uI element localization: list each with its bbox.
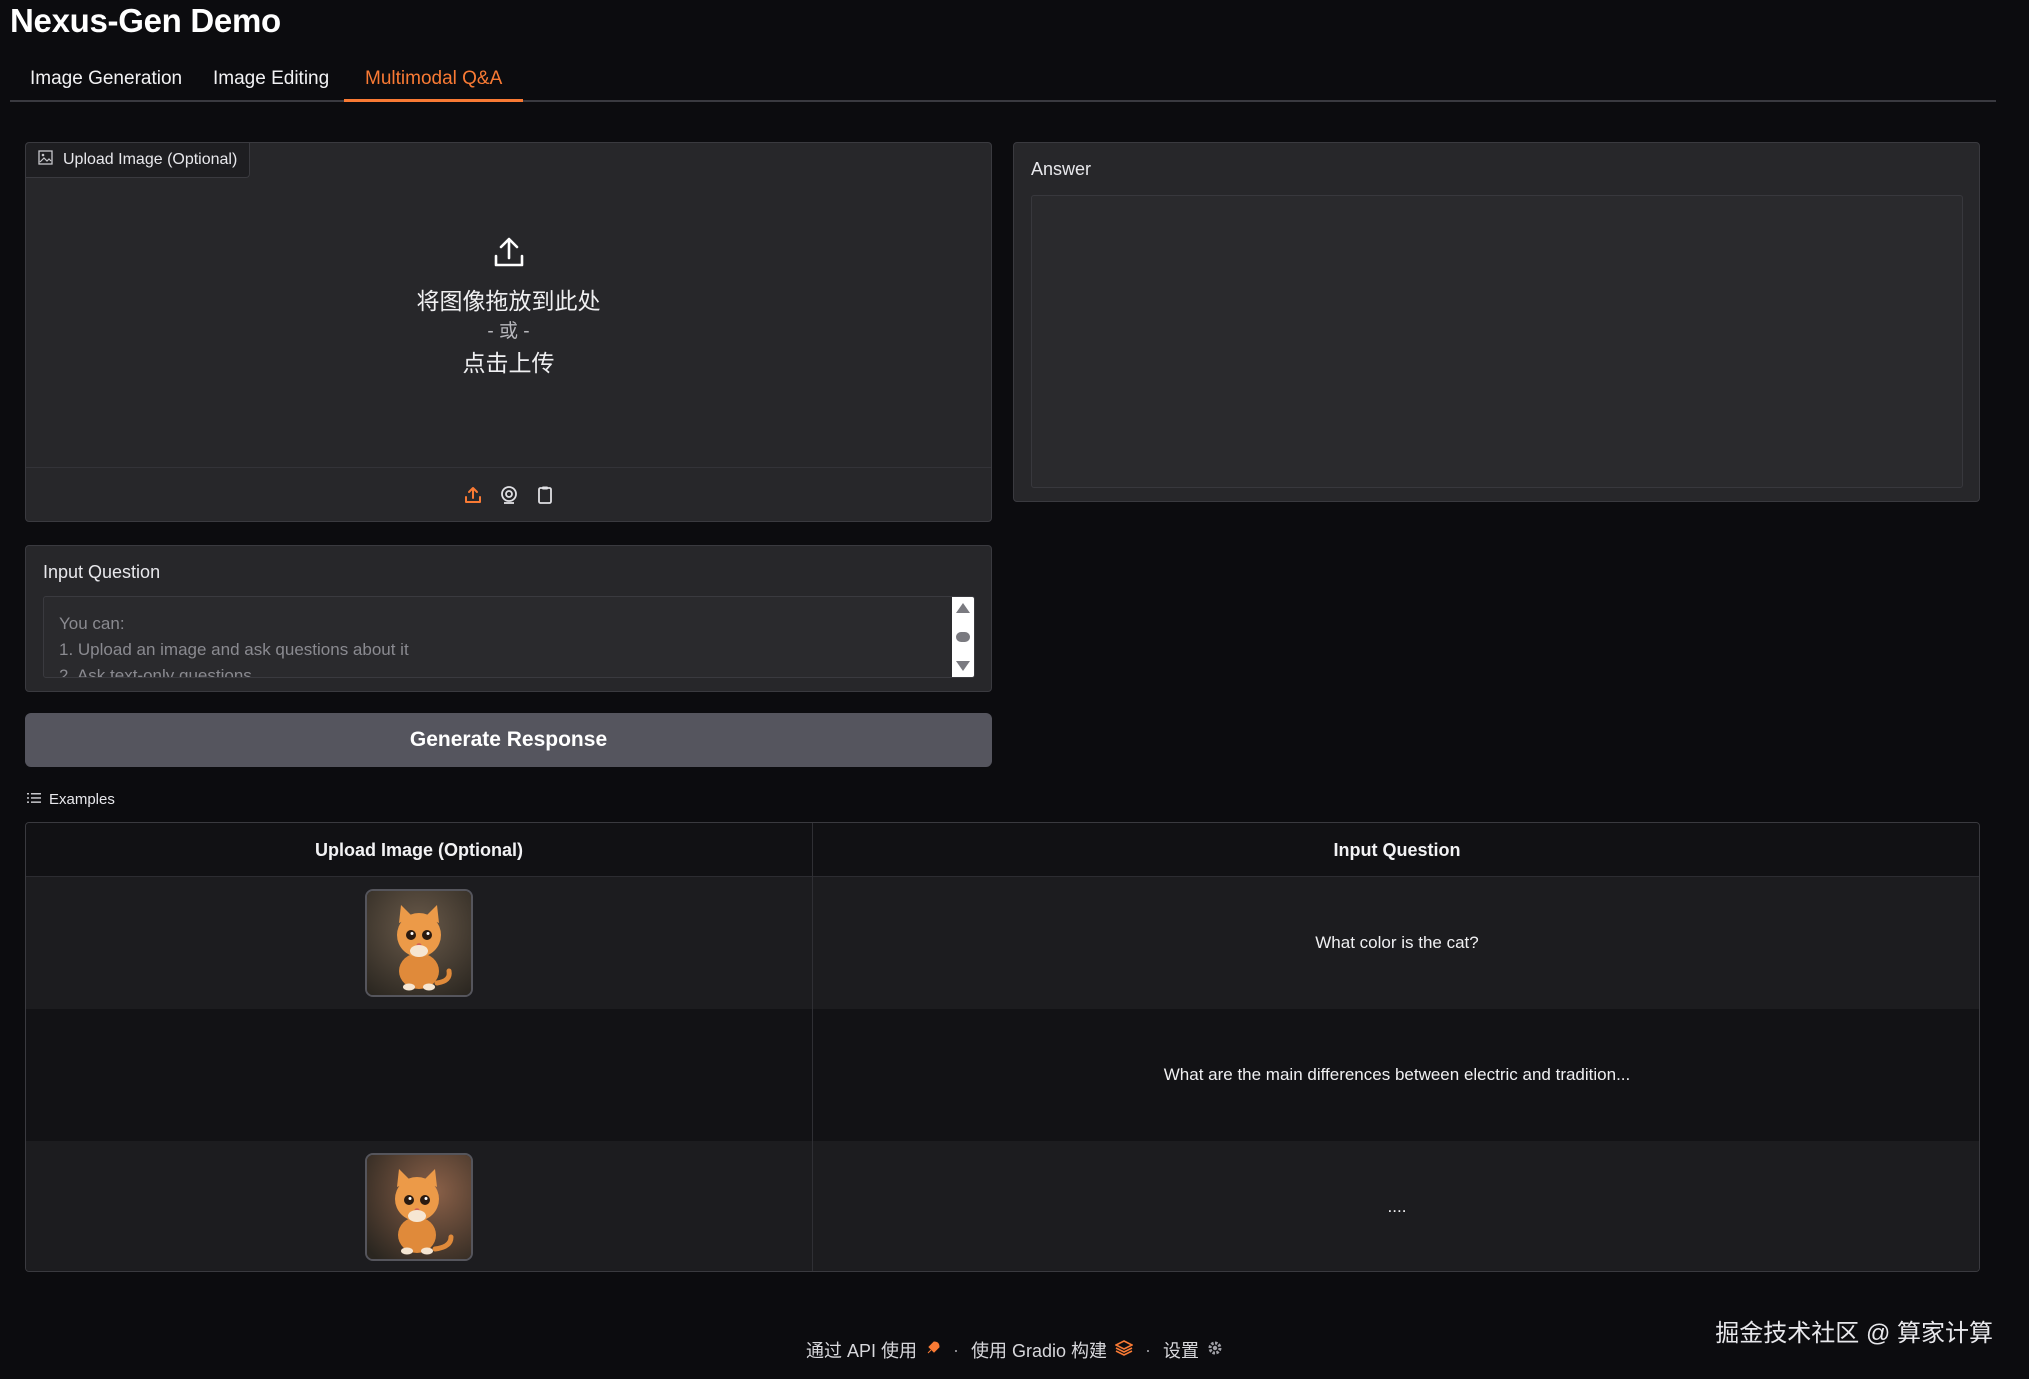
drop-or-text: - 或 - xyxy=(487,320,530,342)
examples-table: Upload Image (Optional) Input Question W… xyxy=(25,822,1980,1272)
example-row[interactable]: .... xyxy=(26,1141,1979,1271)
example-image-cell xyxy=(26,1141,812,1271)
example-image-cell xyxy=(26,877,812,1009)
upload-image-label-text: Upload Image (Optional) xyxy=(63,151,238,168)
app-title: Nexus-Gen Demo xyxy=(10,2,281,39)
tab-bar: Image Generation Image Editing Multimoda… xyxy=(10,60,1996,102)
tab-multimodal-qa[interactable]: Multimodal Q&A xyxy=(344,68,524,102)
tab-image-editing[interactable]: Image Editing xyxy=(213,68,329,102)
footer-separator: · xyxy=(952,1339,959,1360)
cat-thumbnail xyxy=(365,1153,473,1261)
gear-icon[interactable] xyxy=(1207,1340,1223,1361)
example-question-cell: .... xyxy=(1387,1197,1407,1216)
upload-icon xyxy=(491,234,527,275)
example-row[interactable]: What color is the cat? xyxy=(26,877,1979,1009)
rocket-icon xyxy=(925,1340,941,1361)
examples-label: Examples xyxy=(27,791,115,808)
question-scrollbar[interactable] xyxy=(952,597,974,677)
example-row[interactable]: What are the main differences between el… xyxy=(26,1009,1979,1141)
image-icon xyxy=(38,150,53,170)
upload-image-panel: Upload Image (Optional) 将图像拖放到此处 - 或 - 点… xyxy=(25,142,992,522)
question-panel: Input Question You can: 1. Upload an ima… xyxy=(25,545,992,692)
footer-gradio-link[interactable]: 使用 Gradio 构建 xyxy=(971,1337,1107,1363)
upload-image-label: Upload Image (Optional) xyxy=(26,143,251,178)
footer-settings-link[interactable]: 设置 xyxy=(1163,1337,1199,1363)
clipboard-icon[interactable] xyxy=(534,484,556,506)
question-input[interactable]: You can: 1. Upload an image and ask ques… xyxy=(43,596,975,678)
gradio-logo-icon xyxy=(1114,1339,1134,1361)
examples-header: Upload Image (Optional) Input Question xyxy=(26,823,1979,877)
answer-output[interactable] xyxy=(1031,195,1963,488)
column-separator xyxy=(812,823,813,1271)
question-label: Input Question xyxy=(43,562,161,582)
answer-label: Answer xyxy=(1031,159,1092,179)
upload-toolbar xyxy=(26,467,991,521)
scroll-thumb[interactable] xyxy=(956,632,970,642)
example-image-cell xyxy=(26,1009,812,1141)
examples-header-image: Upload Image (Optional) xyxy=(314,839,523,860)
question-placeholder: You can: 1. Upload an image and ask ques… xyxy=(59,614,409,678)
cat-thumbnail xyxy=(365,889,473,997)
tab-image-generation[interactable]: Image Generation xyxy=(30,68,182,102)
upload-icon[interactable] xyxy=(462,484,484,506)
examples-header-question: Input Question xyxy=(1333,839,1461,860)
watermark: 掘金技术社区 @ 算家计算 xyxy=(1715,1320,1993,1347)
footer-api-link[interactable]: 通过 API 使用 xyxy=(806,1337,917,1363)
examples-label-text: Examples xyxy=(49,791,115,808)
footer-separator: · xyxy=(1145,1339,1152,1360)
generate-response-button[interactable]: Generate Response xyxy=(25,713,992,767)
example-question-cell: What color is the cat? xyxy=(1315,933,1479,952)
click-upload-text: 点击上传 xyxy=(462,349,555,376)
drop-text: 将图像拖放到此处 xyxy=(416,287,601,314)
list-icon xyxy=(27,791,41,808)
scroll-up-arrow-icon[interactable] xyxy=(956,603,970,613)
example-question-cell: What are the main differences between el… xyxy=(1163,1065,1631,1084)
answer-panel: Answer xyxy=(1013,142,1980,502)
image-dropzone[interactable]: 将图像拖放到此处 - 或 - 点击上传 xyxy=(26,179,991,469)
webcam-icon[interactable] xyxy=(498,484,520,506)
scroll-down-arrow-icon[interactable] xyxy=(956,661,970,671)
